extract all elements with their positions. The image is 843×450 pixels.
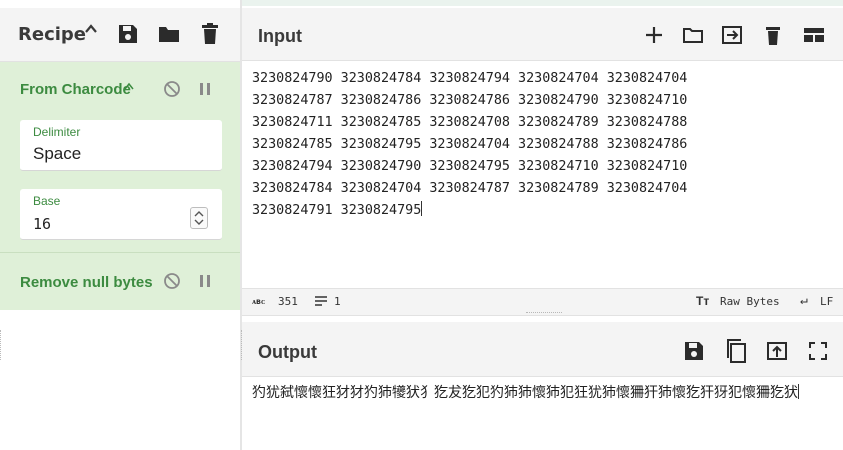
copy-icon[interactable]	[725, 338, 747, 363]
save-icon[interactable]	[683, 340, 705, 362]
maximize-icon[interactable]	[808, 341, 830, 363]
input-panel: Input 3230824790 3230824784 3230824794 3…	[242, 0, 843, 318]
operation-remove-null-bytes[interactable]: Remove null bytes	[0, 253, 240, 310]
folder-icon[interactable]	[682, 24, 704, 46]
input-encoding[interactable]: Raw Bytes	[720, 295, 780, 308]
operation-from-charcode[interactable]: From Charcode Delimiter Space Base 16	[0, 62, 240, 253]
import-icon[interactable]	[721, 24, 743, 46]
input-text: 3230824790 3230824784 3230824794 3230824…	[252, 71, 688, 218]
layout-icon[interactable]	[803, 24, 825, 46]
recipe-header: Recipe	[0, 8, 240, 62]
resize-handle[interactable]	[526, 312, 562, 317]
text-caret	[798, 384, 799, 399]
abc-icon: ᴀʙᴄ	[252, 297, 266, 306]
delimiter-value: Space	[33, 144, 82, 163]
disable-icon[interactable]	[163, 272, 181, 290]
output-panel: Output 犳犹弑懷懷狂犲犲犳犻犪犾犭犵犮犵犯犳犻犻懷犻犯狂犹犻懷狦犴犻懷犵犴…	[242, 320, 843, 450]
operation-title: From Charcode	[20, 81, 131, 98]
input-title: Input	[258, 26, 302, 46]
replace-input-icon[interactable]	[766, 340, 788, 362]
base-value: 16	[33, 215, 52, 233]
trash-icon[interactable]	[762, 24, 784, 46]
chevron-up-icon[interactable]	[84, 22, 98, 36]
input-length: 351	[278, 295, 298, 308]
base-field[interactable]: Base 16	[20, 189, 222, 240]
number-stepper[interactable]	[190, 207, 208, 229]
output-text: 犳犹弑懷懷狂犲犲犳犻犪犾犭犵犮犵犯犳犻犻懷犻犯狂犹犻懷狦犴犻懷犵犴犽犯懷狦犵犾	[252, 385, 798, 401]
output-textarea[interactable]: 犳犹弑懷懷狂犲犲犳犻犪犾犭犵犮犵犯犳犻犻懷犻犯狂犹犻懷狦犴犻懷犵犴犽犯懷狦犵犾	[252, 382, 842, 404]
resize-handle[interactable]	[0, 330, 4, 360]
input-eol[interactable]: LF	[820, 295, 833, 308]
folder-icon[interactable]	[158, 23, 180, 45]
operation-title: Remove null bytes	[20, 274, 153, 291]
trash-icon[interactable]	[199, 23, 221, 45]
base-label: Base	[33, 194, 61, 208]
pause-icon[interactable]	[196, 272, 214, 290]
delimiter-field[interactable]: Delimiter Space	[20, 120, 222, 171]
top-strip	[242, 0, 843, 6]
input-textarea[interactable]: 3230824790 3230824784 3230824794 3230824…	[252, 68, 842, 222]
chevron-up-icon	[124, 82, 142, 100]
output-header: Output	[242, 322, 843, 377]
input-header: Input	[242, 8, 843, 61]
input-lines: 1	[334, 295, 341, 308]
return-icon[interactable]: ↵	[800, 293, 808, 308]
save-icon[interactable]	[117, 23, 139, 45]
recipe-title: Recipe	[18, 24, 87, 45]
recipe-panel: Recipe From Charcode Delimiter Space Bas…	[0, 0, 240, 450]
plus-icon[interactable]	[643, 24, 665, 46]
disable-icon[interactable]	[163, 80, 181, 98]
output-title: Output	[258, 342, 317, 362]
lines-icon	[314, 295, 328, 307]
text-caret	[421, 201, 423, 216]
pause-icon[interactable]	[196, 80, 214, 98]
text-format-icon[interactable]: Tт	[696, 294, 709, 308]
delimiter-label: Delimiter	[33, 125, 81, 139]
